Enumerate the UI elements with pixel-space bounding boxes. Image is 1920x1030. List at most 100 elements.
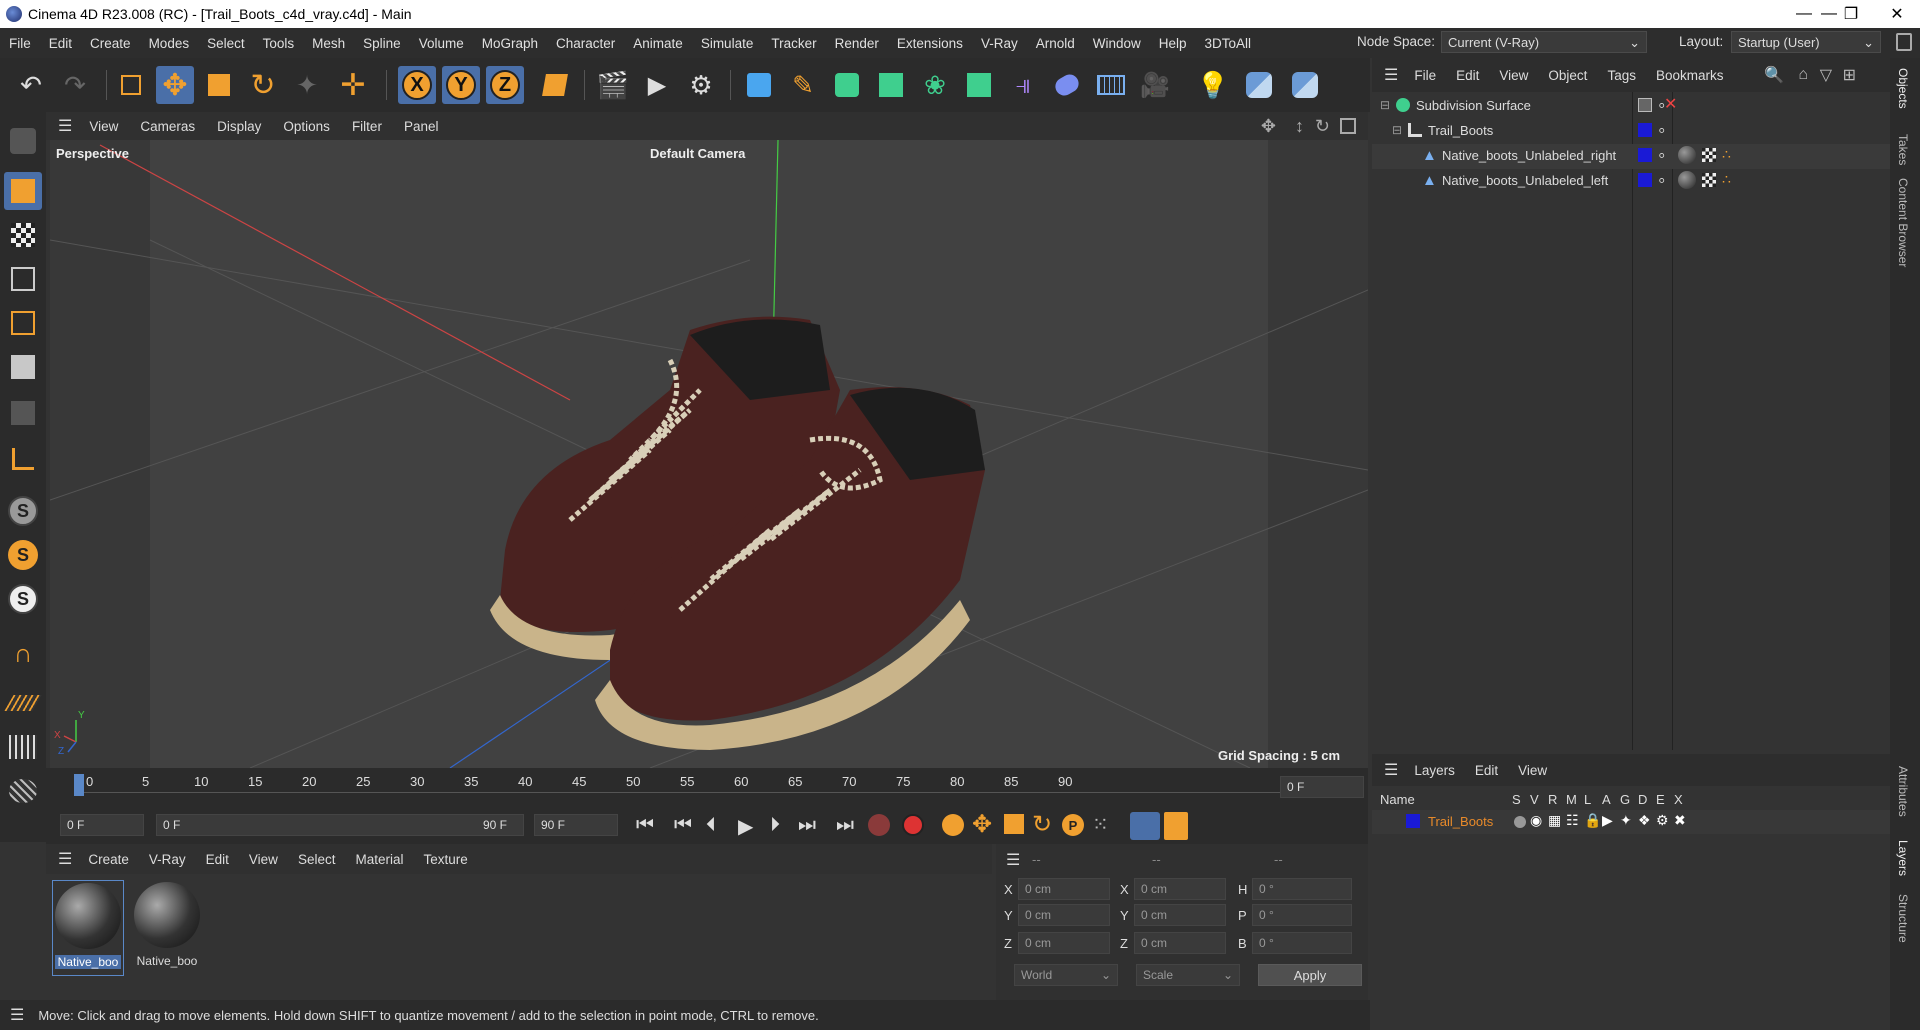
- redo-button[interactable]: ↷: [56, 66, 94, 104]
- apply-button[interactable]: Apply: [1258, 964, 1362, 986]
- next-key-icon[interactable]: ⏭: [798, 814, 816, 837]
- material-menu-edit[interactable]: Edit: [196, 852, 239, 867]
- menu-character[interactable]: Character: [547, 36, 624, 51]
- menu-extensions[interactable]: Extensions: [888, 36, 972, 51]
- position-x-field[interactable]: 0 cm: [1018, 878, 1110, 900]
- object-menu-bookmarks[interactable]: Bookmarks: [1646, 68, 1734, 83]
- solo-icon[interactable]: [1514, 816, 1526, 828]
- tree-row[interactable]: ⊟ Trail_Boots ⸰: [1372, 119, 1890, 144]
- node-space-select[interactable]: Current (V-Ray) ⌄: [1441, 31, 1647, 53]
- render-view-button[interactable]: 🎬: [594, 66, 632, 104]
- material-menu-select[interactable]: Select: [288, 852, 346, 867]
- material-tag-icon[interactable]: [1678, 146, 1696, 164]
- menu-help[interactable]: Help: [1150, 36, 1196, 51]
- menu-arnold[interactable]: Arnold: [1027, 36, 1084, 51]
- texture-mode-button[interactable]: [4, 216, 42, 254]
- uvw-tag-icon[interactable]: [1702, 148, 1716, 162]
- grid-lock-button[interactable]: [4, 728, 42, 766]
- material-swatch[interactable]: Native_boo: [52, 880, 124, 976]
- manager-icon[interactable]: ☷: [1566, 812, 1579, 829]
- home-icon[interactable]: ⌂: [1798, 66, 1808, 84]
- search-icon[interactable]: 🔍: [1764, 65, 1784, 85]
- object-menu-edit[interactable]: Edit: [1446, 68, 1489, 83]
- menu-window[interactable]: Window: [1084, 36, 1150, 51]
- interpolation-button[interactable]: [1130, 812, 1160, 840]
- coord-system-select[interactable]: World ⌄: [1014, 964, 1118, 986]
- menu-volume[interactable]: Volume: [410, 36, 473, 51]
- menu-animate[interactable]: Animate: [624, 36, 692, 51]
- previous-key-icon[interactable]: ⏮: [674, 814, 692, 837]
- object-menu-file[interactable]: File: [1404, 68, 1446, 83]
- deformer-button[interactable]: ⫣: [1004, 66, 1042, 104]
- go-to-end-icon[interactable]: ⏭: [836, 814, 854, 837]
- hamburger-icon[interactable]: ☰: [1006, 850, 1020, 870]
- axis-mode-button[interactable]: [4, 440, 42, 478]
- menu-modes[interactable]: Modes: [140, 36, 199, 51]
- layer-menu-view[interactable]: View: [1508, 763, 1557, 778]
- material-menu-view[interactable]: View: [239, 852, 288, 867]
- uv-mode-button[interactable]: [4, 394, 42, 432]
- sculpt-button[interactable]: [4, 772, 42, 810]
- hamburger-icon[interactable]: ☰: [1384, 65, 1398, 85]
- position-z-field[interactable]: 0 cm: [1018, 932, 1110, 954]
- position-y-field[interactable]: 0 cm: [1018, 904, 1110, 926]
- model-mode-button[interactable]: [4, 172, 42, 210]
- x-axis-button[interactable]: X: [398, 66, 436, 104]
- viewport-menu-display[interactable]: Display: [206, 119, 272, 134]
- key-rotation-icon[interactable]: ↻: [1032, 810, 1052, 839]
- tree-row[interactable]: ▲ Native_boots_Unlabeled_right ⸰ ∴: [1372, 144, 1890, 169]
- key-pla-icon[interactable]: ⁙: [1092, 812, 1109, 837]
- viewport-menu-options[interactable]: Options: [272, 119, 341, 134]
- menu-render[interactable]: Render: [826, 36, 888, 51]
- expand-icon[interactable]: ⊟: [1392, 123, 1402, 137]
- layer-color-swatch[interactable]: [1638, 123, 1652, 137]
- extrude-button[interactable]: [872, 66, 910, 104]
- render-picture-viewer-button[interactable]: ▶: [638, 66, 676, 104]
- render-settings-button[interactable]: ⚙: [682, 66, 720, 104]
- expression-icon[interactable]: ⚙: [1656, 812, 1669, 829]
- filter-icon[interactable]: ▽: [1820, 65, 1832, 85]
- viewport-menu-filter[interactable]: Filter: [341, 119, 393, 134]
- menu-select[interactable]: Select: [198, 36, 254, 51]
- generator-icon[interactable]: ✦: [1620, 812, 1632, 829]
- size-mode-select[interactable]: Scale ⌄: [1136, 964, 1240, 986]
- move-axis-button[interactable]: ✛: [334, 66, 372, 104]
- tab-layers[interactable]: Layers: [1896, 840, 1910, 876]
- snap-button-2[interactable]: S: [4, 536, 42, 574]
- start-frame-field[interactable]: 0 F: [60, 814, 144, 836]
- tag-dots-icon[interactable]: ∴: [1722, 146, 1731, 163]
- menu-edit[interactable]: Edit: [40, 36, 81, 51]
- scale-tool-button[interactable]: [200, 66, 238, 104]
- layer-color-swatch[interactable]: [1406, 814, 1420, 828]
- menu-tools[interactable]: Tools: [254, 36, 304, 51]
- floor-button[interactable]: [1092, 66, 1130, 104]
- expand-icon[interactable]: ⊟: [1380, 98, 1390, 112]
- xref-icon[interactable]: ✖: [1674, 812, 1686, 829]
- camera-label[interactable]: Default Camera: [650, 146, 745, 161]
- rotation-b-field[interactable]: 0 °: [1252, 932, 1352, 954]
- key-scale-icon[interactable]: [1004, 814, 1024, 834]
- recent-tool-button[interactable]: ✦: [288, 66, 326, 104]
- menu-file[interactable]: File: [0, 36, 40, 51]
- polygons-mode-button[interactable]: [4, 348, 42, 386]
- viewport-rotate-icon[interactable]: ↻: [1315, 116, 1330, 137]
- workplane-button[interactable]: [4, 684, 42, 722]
- menu-mograph[interactable]: MoGraph: [473, 36, 547, 51]
- menu-tracker[interactable]: Tracker: [762, 36, 825, 51]
- menu-vray[interactable]: V-Ray: [972, 36, 1027, 51]
- object-menu-view[interactable]: View: [1489, 68, 1538, 83]
- cloner-button[interactable]: [960, 66, 998, 104]
- tree-row[interactable]: ⊟ Subdivision Surface ⸰ ✕: [1372, 94, 1890, 119]
- tab-takes[interactable]: Takes: [1896, 134, 1910, 165]
- tab-attributes[interactable]: Attributes: [1896, 766, 1910, 817]
- make-editable-button[interactable]: [4, 122, 42, 160]
- previous-frame-icon[interactable]: ⏴: [706, 814, 716, 837]
- rotate-tool-button[interactable]: ↻: [244, 66, 282, 104]
- layout-select[interactable]: Startup (User) ⌄: [1731, 31, 1881, 53]
- material-swatch[interactable]: Native_boo: [132, 880, 204, 976]
- size-z-field[interactable]: 0 cm: [1134, 932, 1226, 954]
- material-tag-icon[interactable]: [1678, 171, 1696, 189]
- viewport-maximize-icon[interactable]: [1340, 118, 1356, 134]
- tag-dots-icon[interactable]: ∴: [1722, 171, 1731, 188]
- deformer-icon[interactable]: ❖: [1638, 812, 1651, 829]
